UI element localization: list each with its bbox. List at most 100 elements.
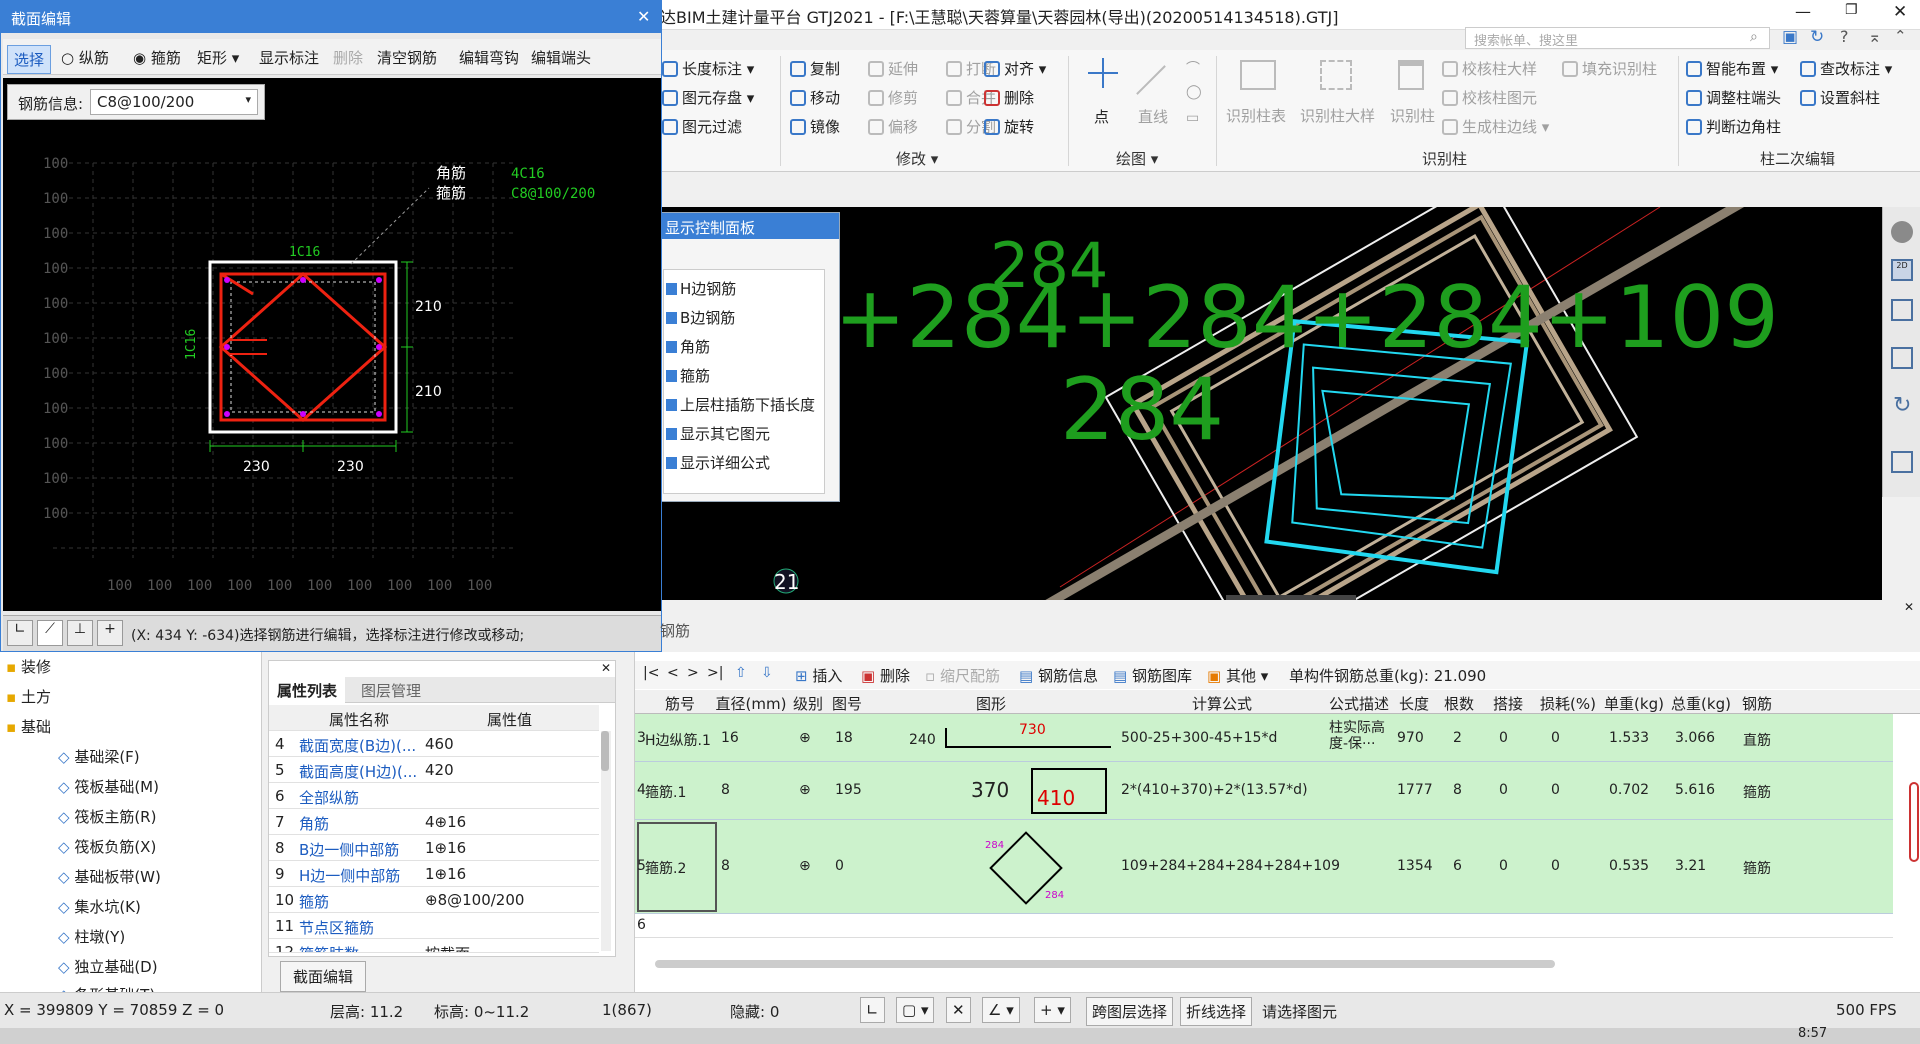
tree-item[interactable]: ◇ 基础板带(W) xyxy=(58,866,161,887)
recognize-detail-button[interactable]: 识别柱大样 xyxy=(1300,105,1375,126)
tree-item[interactable]: ◇ 基础梁(F) xyxy=(58,746,140,767)
longitudinal-radio[interactable]: ○ 纵筋 xyxy=(61,47,109,68)
dynamic-input-icon[interactable]: + xyxy=(97,620,123,646)
dim-h1-label[interactable]: 210 xyxy=(415,299,442,315)
cross-layer-select-button[interactable]: 跨图层选择 xyxy=(1086,997,1174,1026)
tree-item[interactable]: ▪ 土方 xyxy=(6,686,51,707)
edit-end-button[interactable]: 编辑端头 xyxy=(531,47,591,68)
edit-label-button[interactable]: 查改标注 ▾ xyxy=(1800,58,1892,79)
select-tool-button[interactable]: 选择 xyxy=(7,45,52,74)
scale-rebar-button[interactable]: ▫ 缩尺配筋 xyxy=(925,665,1000,686)
nav-last-icon[interactable]: >| xyxy=(707,665,723,681)
select-mode-toggle[interactable]: ▢ ▾ xyxy=(896,997,935,1023)
dim-h2-label[interactable]: 210 xyxy=(415,384,442,400)
fill-recognize-button[interactable]: 填充识别柱 xyxy=(1562,58,1657,79)
snap-icon[interactable]: ⟋ xyxy=(37,620,63,646)
box-view-icon[interactable] xyxy=(1891,347,1913,369)
check-detail-button[interactable]: 校核柱大样 xyxy=(1442,58,1537,79)
perpendicular-icon[interactable]: ⊥ xyxy=(67,620,93,646)
section-canvas[interactable]: 钢筋信息: C8@100/200 ▾ 100 100 100 100 100 10… xyxy=(3,78,661,611)
opt-b-rebar[interactable]: B边钢筋 xyxy=(666,307,735,328)
delete-rebar-button[interactable]: 删除 xyxy=(333,47,363,68)
property-row[interactable]: 10 箍筋 ⊕8@100/200 xyxy=(269,887,599,913)
arc-icon[interactable]: ⌒ xyxy=(1186,58,1200,78)
property-row[interactable]: 6 全部纵筋 xyxy=(269,783,599,809)
table-row[interactable]: 4 箍筋.1 8 ⊕ 195 370 410 2*(410+370)+2*(13… xyxy=(635,762,1893,820)
recognize-column-button[interactable]: 识别柱 xyxy=(1390,105,1435,126)
top-bar-label[interactable]: 1C16 xyxy=(289,245,320,260)
tree-item[interactable]: ◇ 柱墩(Y) xyxy=(58,926,125,947)
input-toggle[interactable]: + ▾ xyxy=(1034,997,1071,1023)
rebar-library-button[interactable]: ▤ 钢筋图库 xyxy=(1113,665,1192,686)
opt-stirrup[interactable]: 箍筋 xyxy=(666,365,710,386)
rect-icon[interactable]: ▭ xyxy=(1186,110,1199,126)
stirrup-label[interactable]: 箍筋 xyxy=(436,184,466,202)
minimize-button[interactable]: — xyxy=(1795,2,1811,21)
tree-item[interactable]: ◇ 独立基础(D) xyxy=(58,956,158,977)
line-button[interactable]: 直线 xyxy=(1138,106,1168,127)
expand-icon[interactable]: ⌃ xyxy=(1894,27,1907,45)
ortho-icon[interactable]: ∟ xyxy=(7,620,33,646)
point-button[interactable]: 点 xyxy=(1094,106,1109,127)
opt-h-rebar[interactable]: H边钢筋 xyxy=(666,278,736,299)
corner-rebar-label[interactable]: 角筋 xyxy=(436,164,466,182)
ortho-toggle[interactable]: ∟ xyxy=(860,997,885,1023)
close-props-icon[interactable]: ✕ xyxy=(601,661,611,675)
side-bar-label[interactable]: 1C16 xyxy=(184,329,199,360)
tree-item[interactable]: ◇ 筏板基础(M) xyxy=(58,776,159,797)
edit-hook-button[interactable]: 编辑弯钩 xyxy=(459,47,519,68)
tab-properties[interactable]: 属性列表 xyxy=(269,677,346,704)
grid-view-icon[interactable] xyxy=(1891,451,1913,473)
other-menu-button[interactable]: ▣ 其他 ▾ xyxy=(1207,665,1268,686)
sync-icon[interactable]: ↻ xyxy=(1810,27,1824,47)
property-row[interactable]: 4 截面宽度(B边)(... 460 xyxy=(269,731,599,757)
restore-button[interactable]: ❐ xyxy=(1845,2,1858,18)
rebar-info-button[interactable]: ▤ 钢筋信息 xyxy=(1019,665,1098,686)
opt-detail-formula[interactable]: 显示详细公式 xyxy=(666,452,770,473)
mirror-button[interactable]: 镜像 xyxy=(790,116,840,137)
rotate-button[interactable]: 旋转 xyxy=(984,116,1034,137)
pin-icon[interactable]: ⌅ xyxy=(1868,27,1881,46)
globe-icon[interactable] xyxy=(1891,221,1913,243)
length-dim-button[interactable]: 长度标注 ▾ xyxy=(662,58,754,79)
shape-select[interactable]: 矩形 ▾ xyxy=(197,47,239,68)
close-window-button[interactable]: ✕ xyxy=(1893,2,1907,22)
help-icon[interactable]: ? xyxy=(1840,27,1849,46)
table-row[interactable]: 5 箍筋.2 8 ⊕ 0 284 284 109+284+284+284+284… xyxy=(635,820,1893,914)
stirrup-radio[interactable]: ◉ 箍筋 xyxy=(133,47,181,68)
section-edit-button[interactable]: 截面编辑 xyxy=(280,961,367,992)
dim-b2-label[interactable]: 230 xyxy=(337,459,364,475)
move-up-icon[interactable]: ⇧ xyxy=(735,665,747,681)
3d-viewport[interactable]: 284+284+284+284+109 284 284 21 xyxy=(660,207,1882,600)
adjust-end-button[interactable]: 调整柱端头 xyxy=(1686,87,1781,108)
angle-toggle[interactable]: ∠ ▾ xyxy=(982,997,1020,1023)
table-row[interactable]: 3 H边纵筋.1 16 ⊕ 18 240 730 500-25+300-45+1… xyxy=(635,714,1893,762)
vertical-scrollbar[interactable] xyxy=(1909,782,1919,862)
property-row[interactable]: 11 节点区箍筋 xyxy=(269,913,599,939)
2d-icon[interactable]: 2D xyxy=(1891,259,1913,281)
tree-item[interactable]: ◇ 集水坑(K) xyxy=(58,896,141,917)
rotate-view-icon[interactable]: ↻ xyxy=(1893,393,1911,418)
offset-button[interactable]: 偏移 xyxy=(868,116,918,137)
nav-next-icon[interactable]: > xyxy=(687,665,699,681)
search-input[interactable]: 搜索帐单、搜这里 xyxy=(1465,27,1770,49)
property-row[interactable]: 8 B边一侧中部筋 1⊕16 xyxy=(269,835,599,861)
tree-item[interactable]: ◇ 筏板负筋(X) xyxy=(58,836,156,857)
tree-item[interactable]: ◇ 筏板主筋(R) xyxy=(58,806,156,827)
show-label-button[interactable]: 显示标注 xyxy=(259,47,319,68)
move-down-icon[interactable]: ⇩ xyxy=(761,665,773,681)
empty-row[interactable]: 6 xyxy=(635,914,1893,938)
property-row[interactable]: 5 截面高度(H边)(... 420 xyxy=(269,757,599,783)
save-element-button[interactable]: 图元存盘 ▾ xyxy=(662,87,754,108)
clear-rebar-button[interactable]: 清空钢筋 xyxy=(377,47,437,68)
horizontal-scrollbar[interactable] xyxy=(655,960,1555,968)
filter-element-button[interactable]: 图元过滤 xyxy=(662,116,742,137)
close-dialog-button[interactable]: ✕ xyxy=(637,7,650,26)
trim-button[interactable]: 修剪 xyxy=(868,87,918,108)
gen-edge-button[interactable]: 生成柱边线 ▾ xyxy=(1442,116,1549,137)
rebar-info-input[interactable]: C8@100/200 ▾ xyxy=(90,89,258,115)
recognize-table-button[interactable]: 识别柱表 xyxy=(1226,105,1286,126)
slant-column-button[interactable]: 设置斜柱 xyxy=(1800,87,1880,108)
move-button[interactable]: 移动 xyxy=(790,87,840,108)
close-rebar-icon[interactable]: ✕ xyxy=(1904,600,1914,614)
